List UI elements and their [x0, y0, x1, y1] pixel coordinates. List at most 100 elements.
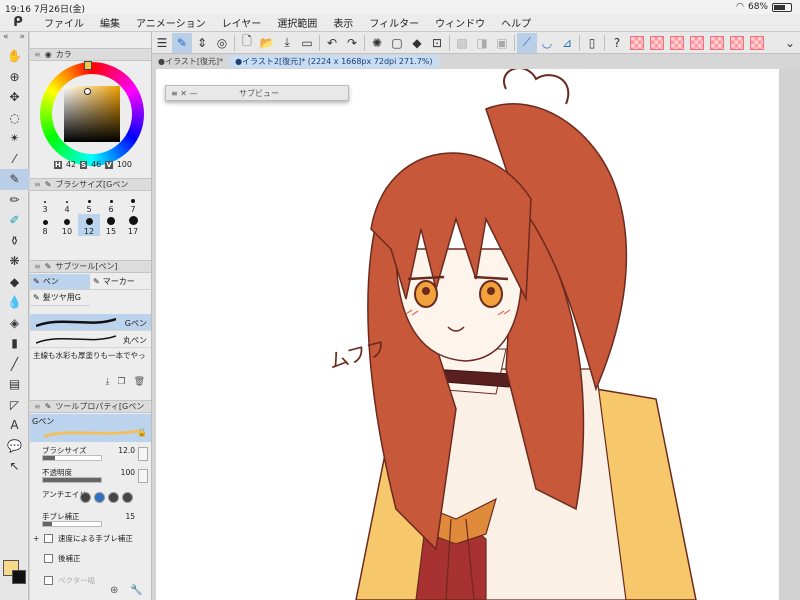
- menu-item[interactable]: 編集: [92, 15, 128, 30]
- figure-icon[interactable]: ╱: [0, 354, 29, 375]
- antialias-property[interactable]: アンチエイリ: [30, 488, 151, 510]
- color-wheel[interactable]: [40, 61, 144, 166]
- eraser-icon[interactable]: ◆: [0, 272, 29, 293]
- brush-size-option[interactable]: 4: [56, 192, 78, 214]
- menu-item[interactable]: 表示: [325, 15, 361, 30]
- menu-item[interactable]: 選択範囲: [269, 15, 325, 30]
- lasso-icon[interactable]: ◌: [0, 108, 29, 129]
- transparent-color-icon[interactable]: [670, 35, 684, 50]
- zoom-icon[interactable]: ⊕: [0, 67, 29, 88]
- ruler-icon[interactable]: ◸: [0, 395, 29, 416]
- antialias-medium[interactable]: [108, 492, 119, 503]
- brush-size-option[interactable]: 10: [56, 214, 78, 236]
- subtool-item[interactable]: 丸ペン: [30, 331, 151, 348]
- hand-icon[interactable]: ✋: [0, 46, 29, 67]
- brush-size-option[interactable]: 7: [122, 192, 144, 214]
- subview-window[interactable]: ≡ ✕ — サブビュー: [165, 85, 349, 101]
- new-file-icon[interactable]: 🗋: [237, 33, 257, 53]
- transparent-color-icon[interactable]: [710, 35, 724, 50]
- export-icon[interactable]: ▭: [297, 33, 317, 53]
- subtool-item[interactable]: Gペン: [30, 314, 151, 331]
- tool-property-panel-title[interactable]: ≡ ✎ ツールプロパティ[Gペン: [30, 400, 151, 413]
- saturation-value-square[interactable]: [64, 86, 120, 142]
- copy-subtool-icon[interactable]: ❐: [117, 377, 125, 391]
- quick-access-icon[interactable]: ✎: [172, 32, 192, 53]
- subtool-panel-title[interactable]: ≡ ✎ サブツール[ペン]: [30, 260, 151, 273]
- help-icon[interactable]: ?: [607, 33, 627, 53]
- open-file-icon[interactable]: 📂: [257, 33, 277, 53]
- speed-stabilization-checkbox[interactable]: [44, 534, 53, 543]
- pencil-icon[interactable]: ✏: [0, 190, 29, 211]
- subtool-tab[interactable]: ✎ 髪ツヤ用G: [30, 290, 90, 306]
- menu-item[interactable]: レイヤー: [214, 15, 270, 30]
- fill-selection-icon[interactable]: ◆: [407, 33, 427, 53]
- transparent-color-icon[interactable]: [750, 35, 764, 50]
- post-correction-checkbox[interactable]: [44, 554, 53, 563]
- chevron-down-icon[interactable]: ⌄: [780, 33, 800, 53]
- collapse-left-icon[interactable]: «: [3, 32, 9, 46]
- busy-icon[interactable]: ✺: [367, 33, 387, 53]
- antialias-strong[interactable]: [122, 492, 133, 503]
- brush-size-option[interactable]: 12: [78, 214, 100, 236]
- decoration-icon[interactable]: ❋: [0, 251, 29, 272]
- expand-icon[interactable]: »: [19, 32, 25, 46]
- brush-size-dynamics-button[interactable]: [138, 447, 148, 461]
- pen-icon[interactable]: ✎: [0, 169, 29, 190]
- post-correction-option[interactable]: 後補正: [30, 550, 151, 572]
- transparent-color-icon[interactable]: [650, 35, 664, 50]
- tab-illust-1[interactable]: ● イラスト[復元]*: [152, 55, 229, 68]
- undo-icon[interactable]: ↶: [322, 33, 342, 53]
- drawing-canvas[interactable]: ムフフ: [156, 69, 779, 600]
- transparent-color-icon[interactable]: [630, 35, 644, 50]
- antialias-none[interactable]: [80, 492, 91, 503]
- redo-icon[interactable]: ↷: [342, 33, 362, 53]
- canvas-scrollbar[interactable]: [779, 69, 800, 600]
- clear-icon[interactable]: ▢: [387, 33, 407, 53]
- stabilization-property[interactable]: 手ブレ補正 15: [30, 510, 151, 532]
- transparent-color-icon[interactable]: [690, 35, 704, 50]
- delete-subtool-icon[interactable]: 🗑: [134, 377, 145, 391]
- color-panel-title[interactable]: ≡ ◉ カラ: [30, 48, 151, 61]
- brush-size-option[interactable]: 8: [34, 214, 56, 236]
- hamburger-menu-icon[interactable]: ☰: [152, 33, 172, 53]
- subtool-settings-icon[interactable]: ⤓: [106, 377, 110, 391]
- move-icon[interactable]: ✥: [0, 87, 29, 108]
- lock-icon[interactable]: 🔒: [137, 428, 147, 437]
- invert-selection-icon[interactable]: ◨: [472, 33, 492, 53]
- tab-illust-2[interactable]: ● イラスト2[復元]* (2224 x 1668px 72dpi 271.7%…: [229, 55, 439, 68]
- app-logo-icon[interactable]: ᑭ: [0, 15, 36, 30]
- menu-item[interactable]: フィルター: [361, 15, 427, 30]
- companion-icon[interactable]: ◎: [212, 33, 232, 53]
- opacity-dynamics-button[interactable]: [138, 469, 148, 483]
- eyedropper-icon[interactable]: ⁄: [0, 149, 29, 170]
- correct-line-icon[interactable]: ↖: [0, 456, 29, 477]
- brush-size-option[interactable]: 17: [122, 214, 144, 236]
- opacity-property[interactable]: 不透明度 100: [30, 466, 151, 488]
- color-picker-knob[interactable]: [84, 88, 91, 95]
- text-icon[interactable]: A: [0, 415, 29, 436]
- menu-item[interactable]: アニメーション: [128, 15, 214, 30]
- wrench-icon[interactable]: 🔧: [130, 585, 142, 596]
- deselect-icon[interactable]: ▧: [452, 33, 472, 53]
- snap-grid-icon[interactable]: ⊿: [557, 33, 577, 53]
- gradient-icon[interactable]: ▮: [0, 333, 29, 354]
- frame-icon[interactable]: ▤: [0, 374, 29, 395]
- brush-size-panel-title[interactable]: ≡ ✎ ブラシサイズ[Gペン: [30, 178, 151, 191]
- menu-item[interactable]: ファイル: [36, 15, 92, 30]
- subtool-description[interactable]: 主線も水彩も厚塗りも一本でやっ: [30, 348, 151, 363]
- transform-icon[interactable]: ⊡: [427, 33, 447, 53]
- menu-item[interactable]: ヘルプ: [493, 15, 539, 30]
- magic-wand-icon[interactable]: ✴: [0, 128, 29, 149]
- hue-knob[interactable]: [84, 61, 92, 70]
- brush-size-option[interactable]: 6: [100, 192, 122, 214]
- snap-ruler-icon[interactable]: ⟋: [517, 32, 537, 53]
- blend-icon[interactable]: 💧: [0, 292, 29, 313]
- brush-size-option[interactable]: 15: [100, 214, 122, 236]
- balloon-icon[interactable]: 💬: [0, 436, 29, 457]
- airbrush-icon[interactable]: ⚱: [0, 231, 29, 252]
- snap-special-ruler-icon[interactable]: ◡: [537, 33, 557, 53]
- save-icon[interactable]: ⤓: [277, 33, 297, 53]
- transparent-color-icon[interactable]: [730, 35, 744, 50]
- expand-selection-icon[interactable]: ▣: [492, 33, 512, 53]
- reset-icon[interactable]: ⊛: [110, 585, 118, 596]
